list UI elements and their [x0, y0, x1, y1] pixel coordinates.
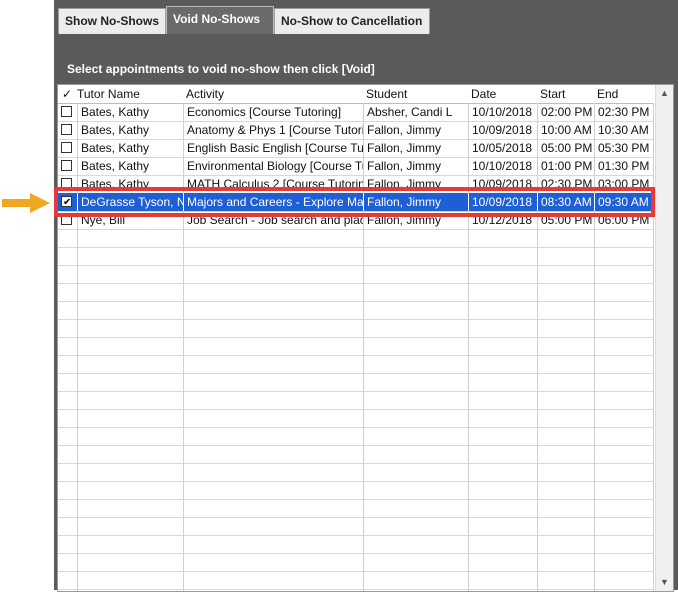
row-checkbox[interactable] [61, 142, 72, 153]
selected-row-highlight [54, 187, 655, 217]
tab-no-show-to-cancellation[interactable]: No-Show to Cancellation [274, 8, 430, 34]
row-checkbox[interactable] [61, 160, 72, 171]
scroll-up-icon[interactable]: ▲ [656, 85, 673, 102]
tab-void-no-shows[interactable]: Void No-Shows [166, 6, 274, 34]
header-end[interactable]: End [594, 85, 653, 103]
header-activity[interactable]: Activity [183, 85, 363, 103]
grid-header: ✓ Tutor Name Activity Student Date Start… [58, 85, 654, 104]
void-no-shows-panel: Show No-Shows Void No-Shows No-Show to C… [54, 0, 678, 592]
vertical-scrollbar[interactable]: ▲ ▼ [655, 85, 673, 591]
tab-show-no-shows[interactable]: Show No-Shows [58, 8, 166, 34]
instruction-text: Select appointments to void no-show then… [67, 62, 375, 76]
header-student[interactable]: Student [363, 85, 468, 103]
table-row[interactable]: Bates, Kathy Economics [Course Tutoring]… [58, 103, 654, 121]
appointments-grid[interactable]: ✓ Tutor Name Activity Student Date Start… [57, 84, 674, 592]
scroll-down-icon[interactable]: ▼ [656, 574, 673, 591]
header-date[interactable]: Date [468, 85, 537, 103]
header-start[interactable]: Start [537, 85, 594, 103]
row-checkbox[interactable] [61, 106, 72, 117]
pointer-arrow-icon [2, 193, 50, 213]
table-row[interactable]: Bates, Kathy Environmental Biology [Cour… [58, 157, 654, 175]
row-checkbox[interactable] [61, 124, 72, 135]
table-row[interactable]: Bates, Kathy English Basic English [Cour… [58, 139, 654, 157]
header-tutor-name[interactable]: Tutor Name [74, 85, 183, 103]
table-row[interactable]: Bates, Kathy Anatomy & Phys 1 [Course Tu… [58, 121, 654, 139]
